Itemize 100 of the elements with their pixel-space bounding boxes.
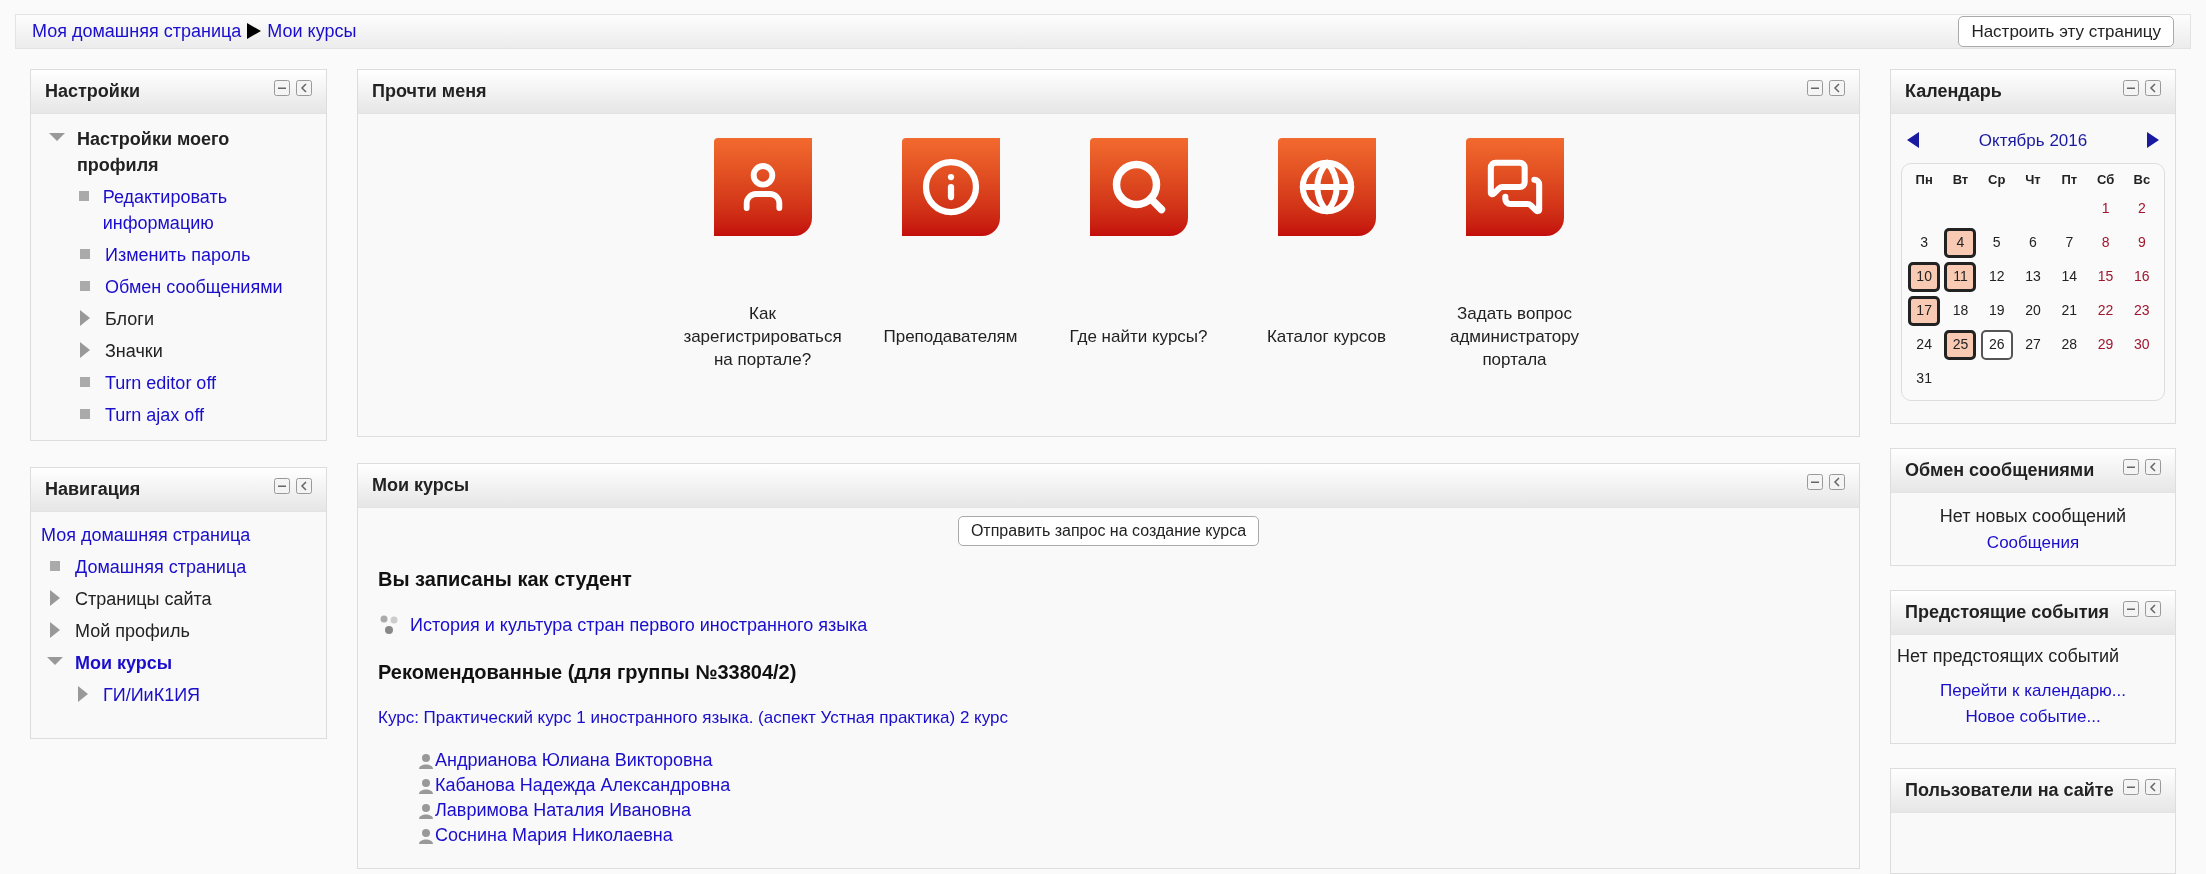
calendar-day[interactable]: 13 [2017,261,2049,292]
teacher-link[interactable]: Лавримова Наталия Ивановна [435,798,691,823]
calendar-day[interactable]: 4 [1944,227,1977,258]
calendar-day[interactable]: 5 [1980,227,2013,258]
calendar-day[interactable]: 31 [1908,363,1941,394]
calendar-day[interactable]: 17 [1908,295,1941,326]
minimize-icon[interactable] [2123,779,2139,795]
minimize-icon[interactable] [274,79,290,96]
calendar-day[interactable]: 30 [2125,329,2158,360]
calendar-day[interactable]: 16 [2125,261,2158,292]
calendar-day[interactable]: 24 [1908,329,1941,360]
collapse-icon[interactable] [2145,601,2161,617]
tile-icon[interactable] [901,137,1000,236]
calendar-day[interactable]: 10 [1908,261,1941,292]
messages-link[interactable]: Сообщения [1986,529,2080,555]
tree-link[interactable]: Редактировать информацию [102,183,308,236]
collapsed-arrow-icon[interactable] [50,621,60,638]
tile-label[interactable]: Как зарегистрироваться на портале? [683,302,842,371]
expanded-arrow-icon[interactable] [49,132,65,143]
tile-label[interactable]: Преподавателям [883,325,1018,348]
minimize-icon[interactable] [274,477,290,494]
person-icon [418,827,434,844]
calendar-day[interactable]: 20 [2017,295,2049,326]
tree-label[interactable]: Блоги [105,305,154,332]
calendar-day[interactable]: 11 [1944,261,1977,292]
calendar-day[interactable]: 7 [2053,227,2086,258]
collapsed-arrow-icon[interactable] [50,589,60,606]
previous-month-icon[interactable] [1907,132,1919,149]
teacher-link[interactable]: Кабанова Надежда Александровна [435,773,731,798]
calendar-day[interactable]: 2 [2125,193,2158,224]
calendar-day[interactable]: 6 [2017,227,2049,258]
collapse-icon[interactable] [1829,79,1845,96]
collapsed-arrow-icon[interactable] [78,685,88,702]
collapse-icon[interactable] [2145,458,2161,475]
calendar-day[interactable]: 19 [1980,295,2013,326]
calendar-day[interactable]: 12 [1980,261,2013,292]
tree-link[interactable]: Изменить пароль [105,241,251,268]
events-link[interactable]: Перейти к календарю... [1940,678,2126,704]
weekday-label: Пт [2060,171,2079,189]
tile-label[interactable]: Каталог курсов [1266,325,1387,348]
tile-icon[interactable] [713,137,812,236]
info-icon [920,156,981,217]
teacher-link[interactable]: Соснина Мария Николаевна [435,823,673,848]
bullet-icon [50,560,60,571]
calendar-day[interactable]: 29 [2089,329,2122,360]
calendar-day[interactable]: 27 [2017,329,2049,360]
calendar-day[interactable]: 21 [2053,295,2086,326]
minimize-icon[interactable] [2123,79,2139,96]
block-title: Навигация [45,477,141,501]
tree-link[interactable]: Обмен сообщениями [105,273,283,300]
collapse-icon[interactable] [2145,779,2161,795]
minimize-icon[interactable] [2123,601,2139,617]
tree-label[interactable]: Настройки моего профиля [77,125,308,178]
next-month-icon[interactable] [2147,132,2159,149]
course-link[interactable]: Курс: Практический курс 1 иностранного языка. (аспект Устная практика) 2 курс [378,704,1839,730]
minimize-icon[interactable] [2123,458,2139,475]
calendar-day[interactable]: 26 [1980,329,2013,360]
calendar-day[interactable]: 8 [2089,227,2122,258]
calendar-day[interactable]: 18 [1944,295,1977,326]
tree-link[interactable]: Turn editor off [105,369,217,396]
minimize-icon[interactable] [1807,79,1823,96]
tree-link[interactable]: Turn ajax off [105,401,205,428]
course-link[interactable]: История и культура стран первого иностранного языка [410,611,868,639]
tile-label[interactable]: Где найти курсы? [1069,325,1208,348]
minimize-icon[interactable] [1807,473,1823,490]
calendar-day[interactable]: 9 [2125,227,2158,258]
breadcrumb-link[interactable]: Мои курсы [267,17,357,45]
calendar-day[interactable]: 1 [2089,193,2122,224]
collapse-icon[interactable] [1829,473,1845,490]
tree-link[interactable]: ГИ/ИиК1ИЯ [103,681,201,708]
events-link[interactable]: Новое событие... [1965,703,2101,729]
tree-label[interactable]: Страницы сайта [75,585,212,612]
tree-link[interactable]: Мои курсы [75,649,173,676]
calendar-day[interactable]: 22 [2089,295,2122,326]
teacher-link[interactable]: Андрианова Юлиана Викторовна [435,748,713,773]
tile-icon[interactable] [1089,137,1188,236]
request-course-button[interactable]: Отправить запрос на создание курса [957,515,1260,546]
tile-icon[interactable] [1277,137,1376,236]
calendar-day[interactable]: 25 [1944,329,1977,360]
collapse-icon[interactable] [296,79,312,96]
calendar-day[interactable]: 15 [2089,261,2122,292]
home-link[interactable]: Моя домашняя страница [41,521,316,548]
calendar-day[interactable]: 28 [2053,329,2086,360]
weekday-label: Сб [2095,171,2116,189]
collapse-icon[interactable] [2145,79,2161,96]
collapsed-arrow-icon[interactable] [80,341,90,358]
tree-link[interactable]: Домашняя страница [75,553,247,580]
collapsed-arrow-icon[interactable] [80,309,90,326]
calendar-day[interactable]: 3 [1908,227,1941,258]
block-title: Мои курсы [372,473,470,497]
tile-icon[interactable] [1465,137,1564,236]
tree-label[interactable]: Мой профиль [75,617,190,644]
collapse-icon[interactable] [296,477,312,494]
calendar-day[interactable]: 14 [2053,261,2086,292]
breadcrumb-link[interactable]: Моя домашняя страница [32,17,242,45]
tree-label[interactable]: Значки [105,337,163,364]
calendar-day[interactable]: 23 [2125,295,2158,326]
customize-page-button[interactable]: Настроить эту страницу [1958,15,2174,47]
expanded-arrow-icon[interactable] [47,656,63,667]
tile-label[interactable]: Задать вопрос администратору портала [1439,302,1590,371]
